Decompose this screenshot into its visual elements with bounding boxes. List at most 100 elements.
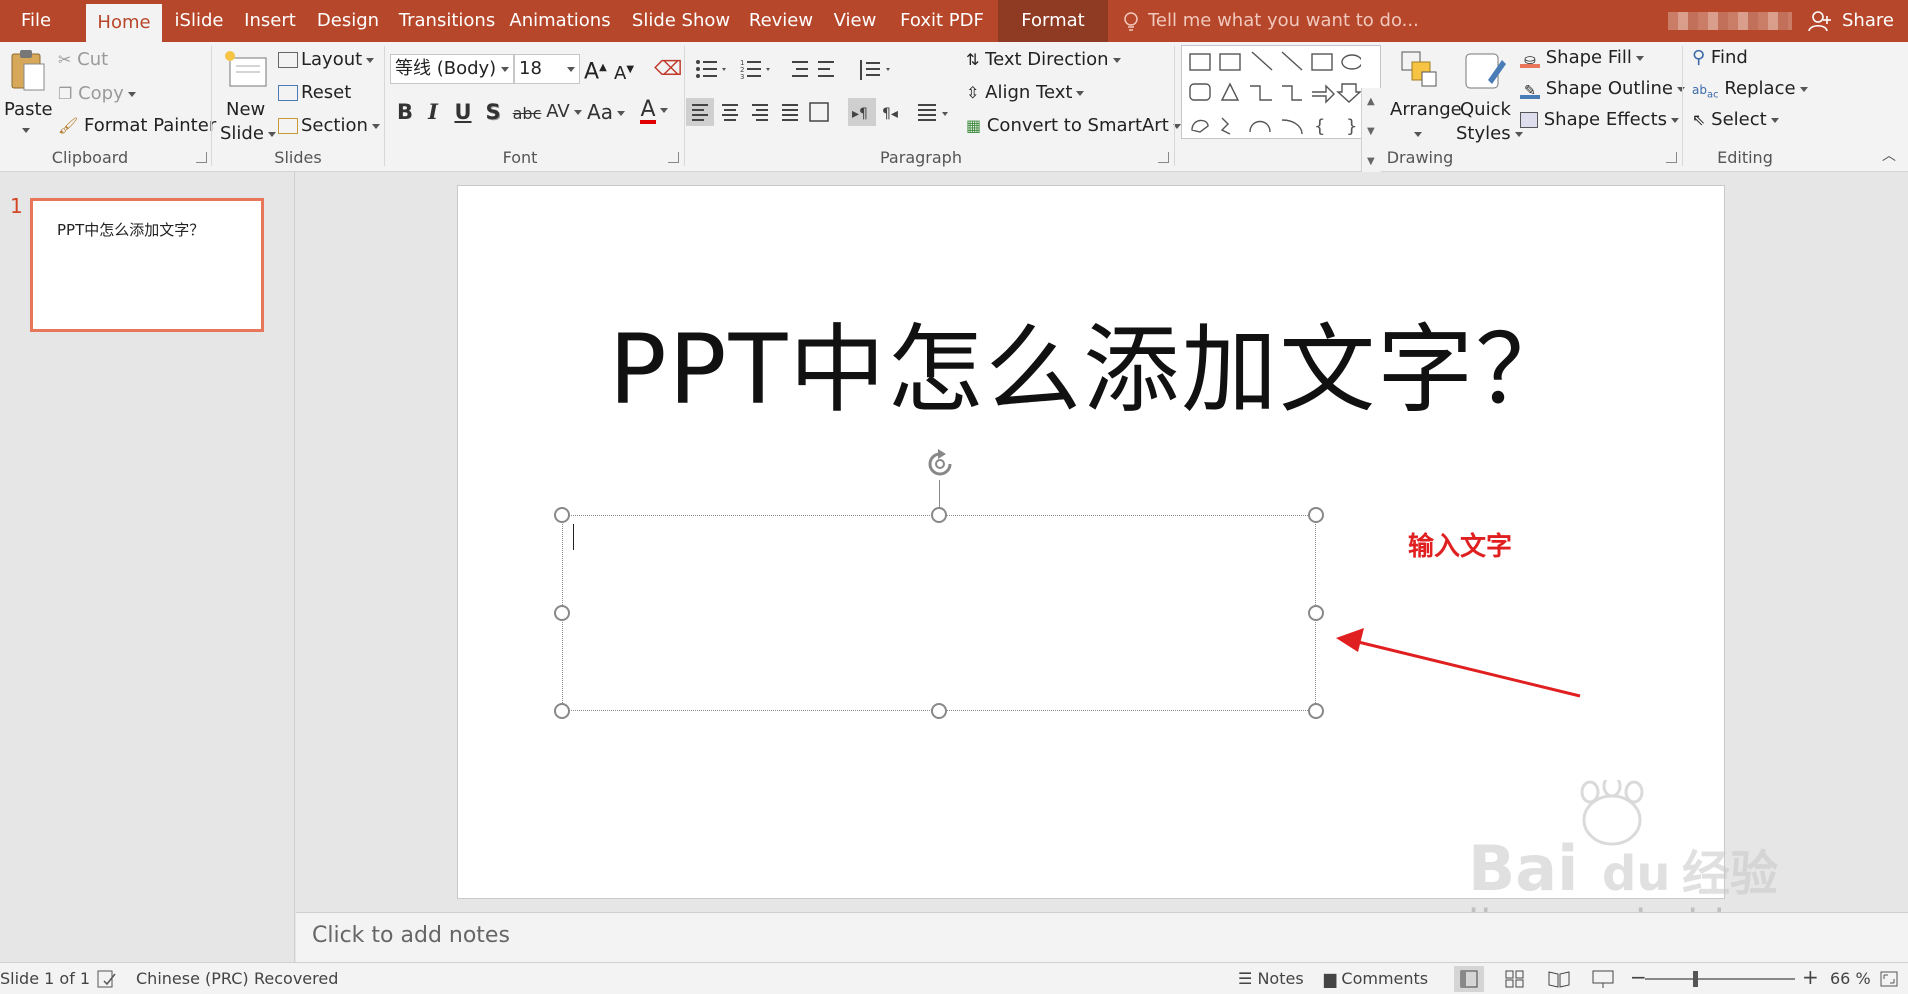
replace-button[interactable]: abac Replace	[1692, 77, 1808, 107]
shape-effects-label: Shape Effects	[1543, 109, 1668, 130]
zoom-out-button[interactable]: −	[1630, 965, 1647, 989]
alignment-icons[interactable]: ▸¶ ¶◂	[686, 98, 956, 128]
tab-review[interactable]: Review	[746, 0, 816, 42]
list-and-indent-icons[interactable]: 123	[692, 56, 942, 86]
layout-button[interactable]: Layout	[278, 48, 375, 72]
language-indicator[interactable]: Chinese (PRC)	[136, 969, 249, 988]
zoom-slider-track[interactable]	[1645, 978, 1795, 980]
shrink-font-button[interactable]: A▼	[614, 58, 634, 86]
tab-animations[interactable]: Animations	[508, 0, 612, 42]
zoom-in-button[interactable]: +	[1802, 965, 1819, 989]
scissors-icon: ✂	[58, 50, 72, 69]
shape-outline-label: Shape Outline	[1545, 78, 1673, 99]
shapes-gallery[interactable]: { }	[1181, 45, 1381, 139]
resize-handle-bottom-left[interactable]	[554, 703, 570, 719]
clipboard-launcher-icon[interactable]	[196, 152, 207, 163]
shape-effects-button[interactable]: Shape Effects	[1520, 108, 1680, 132]
arrange-label: Arrange	[1390, 99, 1462, 120]
tab-view[interactable]: View	[826, 0, 884, 42]
resize-handle-right[interactable]	[1308, 605, 1324, 621]
cut-button[interactable]: ✂ Cut	[58, 48, 108, 72]
shape-effects-icon	[1520, 112, 1538, 128]
shape-fill-button[interactable]: ⛀ Shape Fill	[1520, 46, 1644, 70]
share-button[interactable]: Share	[1808, 0, 1894, 42]
svg-text:经验: 经验	[1682, 846, 1778, 902]
slide-thumbnail[interactable]: PPT中怎么添加文字？	[30, 198, 264, 332]
gallery-scroll-up[interactable]: ▲	[1361, 88, 1381, 118]
paragraph-group-label: Paragraph	[880, 148, 962, 167]
user-account-blurred[interactable]	[1668, 12, 1792, 30]
slide-title[interactable]: PPT中怎么添加文字？	[458, 292, 1724, 431]
resize-handle-bottom-right[interactable]	[1308, 703, 1324, 719]
collapse-ribbon-icon[interactable]: ︿	[1882, 144, 1896, 168]
italic-button[interactable]: I	[422, 100, 444, 124]
clear-formatting-icon[interactable]: ⌫	[654, 56, 682, 80]
grow-font-button[interactable]: A▲	[584, 56, 607, 84]
paste-button[interactable]: Paste	[4, 48, 53, 140]
text-box[interactable]	[562, 515, 1316, 711]
spelling-check-icon[interactable]	[96, 969, 118, 989]
drawing-group-label: Drawing	[1386, 148, 1454, 167]
character-spacing-button[interactable]: AV	[544, 100, 584, 124]
resize-handle-top-left[interactable]	[554, 507, 570, 523]
normal-view-button[interactable]	[1454, 966, 1484, 992]
arrange-button[interactable]: Arrange	[1388, 46, 1462, 146]
strikethrough-button[interactable]: abc	[512, 102, 542, 126]
font-color-button[interactable]: A	[636, 98, 672, 124]
quick-styles-button[interactable]: Quick Styles	[1454, 46, 1523, 146]
tab-file[interactable]: File	[0, 0, 72, 42]
font-launcher-icon[interactable]	[668, 152, 679, 163]
tell-me-search[interactable]: Tell me what you want to do...	[1122, 0, 1419, 42]
paragraph-launcher-icon[interactable]	[1158, 152, 1169, 163]
reading-view-button[interactable]	[1544, 966, 1574, 992]
tab-design[interactable]: Design	[310, 0, 386, 42]
notes-pane[interactable]: Click to add notes	[296, 912, 1908, 962]
zoom-slider-thumb[interactable]	[1693, 971, 1698, 987]
font-size-combobox[interactable]: 18	[514, 54, 580, 84]
tab-home[interactable]: Home	[86, 4, 162, 42]
change-case-button[interactable]: Aa	[586, 100, 626, 124]
slide-show-button[interactable]	[1588, 966, 1618, 992]
drawing-launcher-icon[interactable]	[1666, 152, 1677, 163]
tab-slide-show[interactable]: Slide Show	[624, 0, 738, 42]
resize-handle-top[interactable]	[931, 507, 947, 523]
shadow-button[interactable]: S	[482, 100, 504, 124]
underline-button[interactable]: U	[452, 100, 474, 124]
select-button[interactable]: ⇖ Select	[1692, 108, 1779, 132]
quick-styles-icon	[1465, 53, 1506, 89]
notes-toggle[interactable]: ☰ Notes	[1238, 969, 1304, 988]
font-face-combobox[interactable]: 等线 (Body)	[390, 54, 514, 84]
tab-foxit-pdf[interactable]: Foxit PDF	[894, 0, 990, 42]
thumbnail-number: 1	[10, 194, 23, 218]
separator	[684, 46, 685, 166]
tab-islide[interactable]: iSlide	[168, 0, 230, 42]
fit-to-window-icon[interactable]	[1878, 969, 1900, 989]
shape-outline-button[interactable]: ✎ Shape Outline	[1520, 77, 1685, 101]
resize-handle-top-right[interactable]	[1308, 507, 1324, 523]
tab-transitions[interactable]: Transitions	[396, 0, 498, 42]
layout-label: Layout	[301, 49, 363, 70]
gallery-scroll-down[interactable]: ▼	[1361, 118, 1381, 148]
reset-button[interactable]: Reset	[278, 81, 351, 105]
comments-toggle[interactable]: ▆ Comments	[1324, 969, 1428, 988]
tab-format[interactable]: Format	[998, 0, 1108, 42]
convert-smartart-button[interactable]: ▦ Convert to SmartArt	[966, 114, 1181, 138]
tab-insert[interactable]: Insert	[238, 0, 302, 42]
section-button[interactable]: Section	[278, 114, 380, 138]
replace-caret	[1799, 86, 1808, 92]
resize-handle-left[interactable]	[554, 605, 570, 621]
slide-sorter-button[interactable]	[1500, 966, 1530, 992]
bold-button[interactable]: B	[394, 100, 416, 124]
slide-counter: Slide 1 of 1	[0, 969, 91, 988]
layout-caret	[366, 57, 375, 63]
zoom-level[interactable]: 66 %	[1830, 969, 1871, 988]
find-button[interactable]: ⚲ Find	[1692, 46, 1748, 70]
format-painter-button[interactable]: 🖌 Format Painter	[58, 114, 216, 138]
text-direction-button[interactable]: ⇅ Text Direction	[966, 48, 1121, 72]
align-text-button[interactable]: ⇳ Align Text	[966, 81, 1085, 105]
new-slide-button[interactable]: New Slide	[216, 46, 276, 146]
rotate-handle-icon[interactable]	[924, 448, 956, 480]
ribbon-home: Paste ✂ Cut ❐ Copy 🖌 Format Painter Clip…	[0, 42, 1908, 180]
copy-button[interactable]: ❐ Copy	[58, 82, 136, 106]
resize-handle-bottom[interactable]	[931, 703, 947, 719]
